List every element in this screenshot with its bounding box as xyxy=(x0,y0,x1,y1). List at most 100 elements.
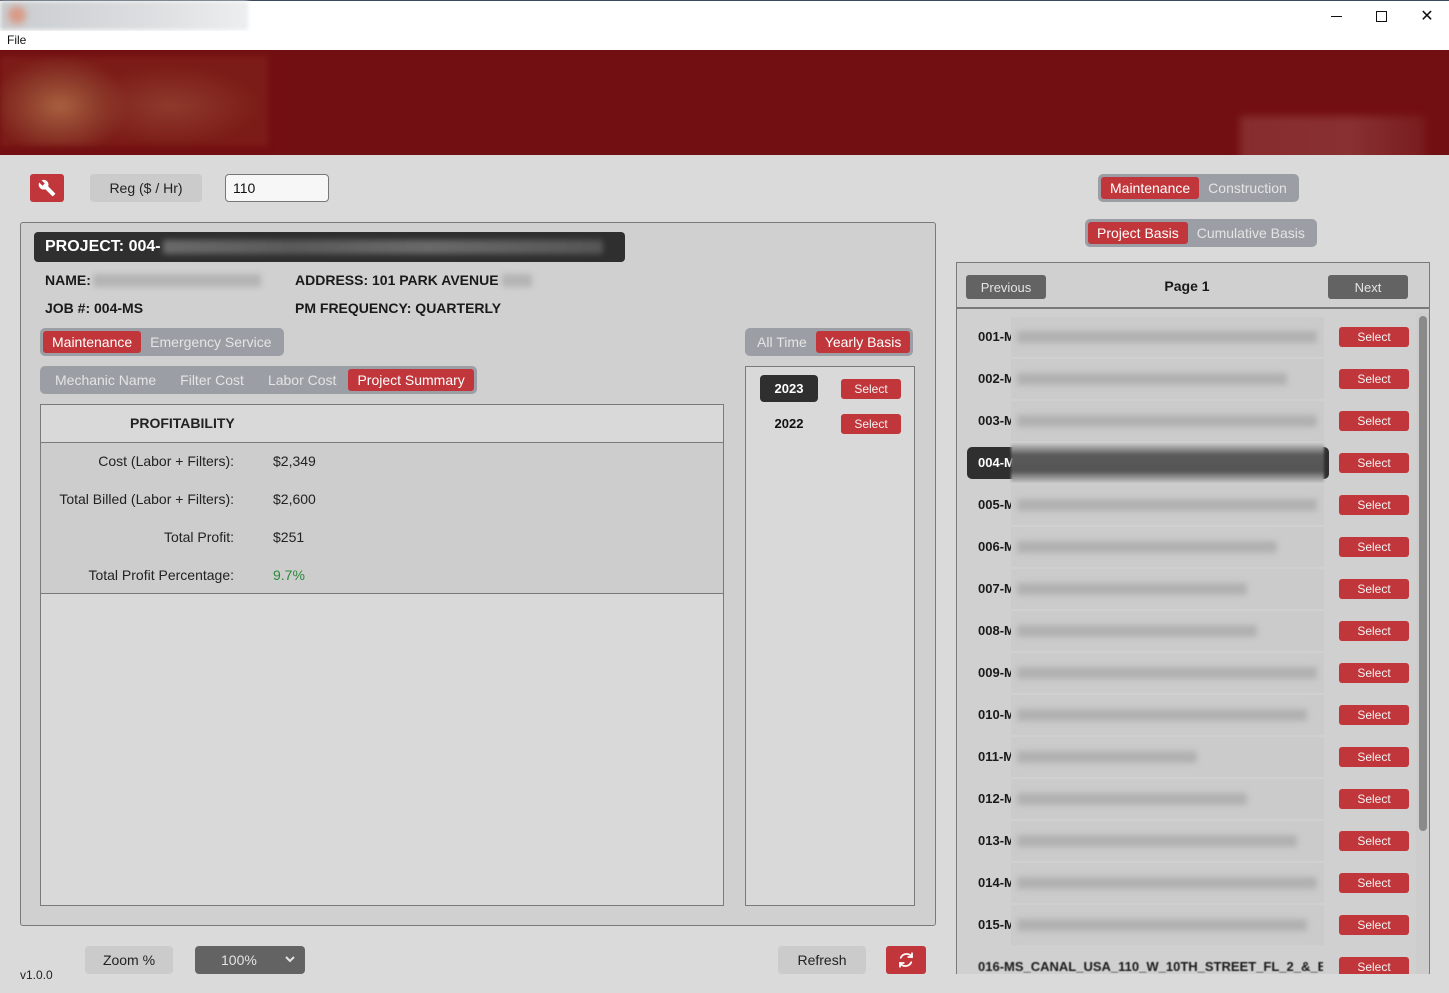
project-code: 012-M xyxy=(978,791,1015,806)
period-tabs: All Time Yearly Basis xyxy=(745,328,914,356)
profitability-header: PROFITABILITY xyxy=(130,415,235,431)
select-project-button[interactable]: Select xyxy=(1339,915,1409,935)
wrench-icon xyxy=(38,179,56,197)
tab-labor-cost[interactable]: Labor Cost xyxy=(256,369,348,391)
select-project-button[interactable]: Select xyxy=(1339,579,1409,599)
name-label: NAME: xyxy=(45,272,91,288)
select-project-button[interactable]: Select xyxy=(1339,369,1409,389)
list-item[interactable]: 016-MS_CANAL_USA_110_W_10TH_STREET_FL_2_… xyxy=(967,951,1329,974)
project-code: 013-M xyxy=(978,833,1015,848)
list-item[interactable]: 009-M xyxy=(967,653,1329,693)
select-project-button[interactable]: Select xyxy=(1339,747,1409,767)
toggle-maintenance[interactable]: Maintenance xyxy=(1101,177,1200,199)
tab-yearly-basis[interactable]: Yearly Basis xyxy=(815,331,911,353)
select-project-button[interactable]: Select xyxy=(1339,453,1409,473)
list-item[interactable]: 011-M xyxy=(967,737,1329,777)
tab-emergency-service[interactable]: Emergency Service xyxy=(141,331,280,353)
settings-button[interactable] xyxy=(30,174,64,202)
hourly-rate-input[interactable] xyxy=(225,174,329,202)
toggle-project-basis[interactable]: Project Basis xyxy=(1088,222,1188,244)
profit-percentage-value: 9.7% xyxy=(273,567,305,583)
select-project-button[interactable]: Select xyxy=(1339,873,1409,893)
app-icon xyxy=(8,6,26,24)
minimize-icon[interactable] xyxy=(1313,1,1359,31)
select-project-button[interactable]: Select xyxy=(1339,831,1409,851)
project-name-redacted xyxy=(1011,359,1324,399)
select-project-button[interactable]: Select xyxy=(1339,621,1409,641)
project-name-redacted xyxy=(1011,863,1324,903)
list-item[interactable]: 004-M xyxy=(967,443,1329,483)
select-project-button[interactable]: Select xyxy=(1339,327,1409,347)
maximize-icon[interactable] xyxy=(1358,1,1404,31)
project-name: NAME: xyxy=(45,272,261,288)
window-title-redacted xyxy=(0,1,248,30)
select-project-button[interactable]: Select xyxy=(1339,495,1409,515)
toggle-construction[interactable]: Construction xyxy=(1199,177,1296,199)
select-year-2022-button[interactable]: Select xyxy=(841,414,901,434)
list-item[interactable]: 013-M xyxy=(967,821,1329,861)
select-project-button[interactable]: Select xyxy=(1339,789,1409,809)
zoom-select[interactable]: 100% xyxy=(195,946,305,974)
list-item[interactable]: 012-M xyxy=(967,779,1329,819)
list-item[interactable]: 010-M xyxy=(967,695,1329,735)
service-type-tabs: Maintenance Emergency Service xyxy=(40,328,284,356)
select-project-button[interactable]: Select xyxy=(1339,411,1409,431)
list-item[interactable]: 003-M xyxy=(967,401,1329,441)
project-code: 016-MS_CANAL_USA_110_W_10TH_STREET_FL_2_… xyxy=(978,959,1323,974)
tab-filter-cost[interactable]: Filter Cost xyxy=(168,369,256,391)
close-icon[interactable]: ✕ xyxy=(1404,1,1449,31)
year-item-2023[interactable]: 2023 xyxy=(760,375,818,402)
refresh-icon xyxy=(899,952,913,968)
tab-mechanic-name[interactable]: Mechanic Name xyxy=(43,369,168,391)
address-label: ADDRESS: 101 PARK AVENUE xyxy=(295,272,499,288)
project-name-redacted xyxy=(1011,443,1324,483)
select-project-button[interactable]: Select xyxy=(1339,957,1409,974)
header-banner xyxy=(0,50,1449,155)
select-project-button[interactable]: Select xyxy=(1339,537,1409,557)
tab-all-time[interactable]: All Time xyxy=(748,331,816,353)
project-name-redacted xyxy=(1011,611,1324,651)
menu-bar: File xyxy=(0,31,1449,50)
view-tabs: Mechanic Name Filter Cost Labor Cost Pro… xyxy=(40,366,477,394)
select-project-button[interactable]: Select xyxy=(1339,705,1409,725)
row-value: $2,349 xyxy=(273,453,316,469)
next-page-button[interactable]: Next xyxy=(1328,275,1408,299)
basis-toggle: Project Basis Cumulative Basis xyxy=(1085,219,1317,247)
list-item[interactable]: 002-M xyxy=(967,359,1329,399)
year-list: 2023 Select 2022 Select xyxy=(745,366,915,906)
toggle-cumulative-basis[interactable]: Cumulative Basis xyxy=(1188,222,1314,244)
project-name-redacted xyxy=(1011,527,1324,567)
select-year-2023-button[interactable]: Select xyxy=(841,379,901,399)
project-title-text: PROJECT: 004- xyxy=(45,238,161,255)
refresh-button[interactable]: Refresh xyxy=(778,946,866,974)
pm-frequency: PM FREQUENCY: QUARTERLY xyxy=(295,300,502,316)
tab-maintenance[interactable]: Maintenance xyxy=(43,331,142,353)
menu-file[interactable]: File xyxy=(7,33,26,47)
project-name-redacted xyxy=(1011,695,1324,735)
scrollbar[interactable] xyxy=(1416,313,1429,974)
list-item[interactable]: 014-M xyxy=(967,863,1329,903)
scrollbar-thumb[interactable] xyxy=(1419,316,1427,831)
refresh-icon-button[interactable] xyxy=(886,946,926,974)
year-item-2022[interactable]: 2022 xyxy=(760,410,818,437)
project-list-panel: Previous Page 1 Next 001-M Select 002-M Sel… xyxy=(956,262,1430,974)
project-name-redacted xyxy=(1011,779,1324,819)
project-name-redacted xyxy=(1011,317,1324,357)
zoom-value: 100% xyxy=(221,952,257,968)
list-item[interactable]: 006-M xyxy=(967,527,1329,567)
zoom-label: Zoom % xyxy=(85,946,173,974)
version-label: v1.0.0 xyxy=(20,968,53,982)
project-code: 007-M xyxy=(978,581,1015,596)
list-item[interactable]: 001-M xyxy=(967,317,1329,357)
list-item[interactable]: 015-M xyxy=(967,905,1329,945)
project-name-redacted xyxy=(1011,401,1324,441)
list-item[interactable]: 007-M xyxy=(967,569,1329,609)
list-item[interactable]: 005-M xyxy=(967,485,1329,525)
list-item[interactable]: 008-M xyxy=(967,611,1329,651)
pager: Previous Page 1 Next xyxy=(957,263,1429,309)
table-body: Cost (Labor + Filters): $2,349 Total Bil… xyxy=(41,443,723,594)
tab-project-summary[interactable]: Project Summary xyxy=(348,369,474,391)
project-title: PROJECT: 004- xyxy=(34,232,625,262)
select-project-button[interactable]: Select xyxy=(1339,663,1409,683)
project-code: 010-M xyxy=(978,707,1015,722)
